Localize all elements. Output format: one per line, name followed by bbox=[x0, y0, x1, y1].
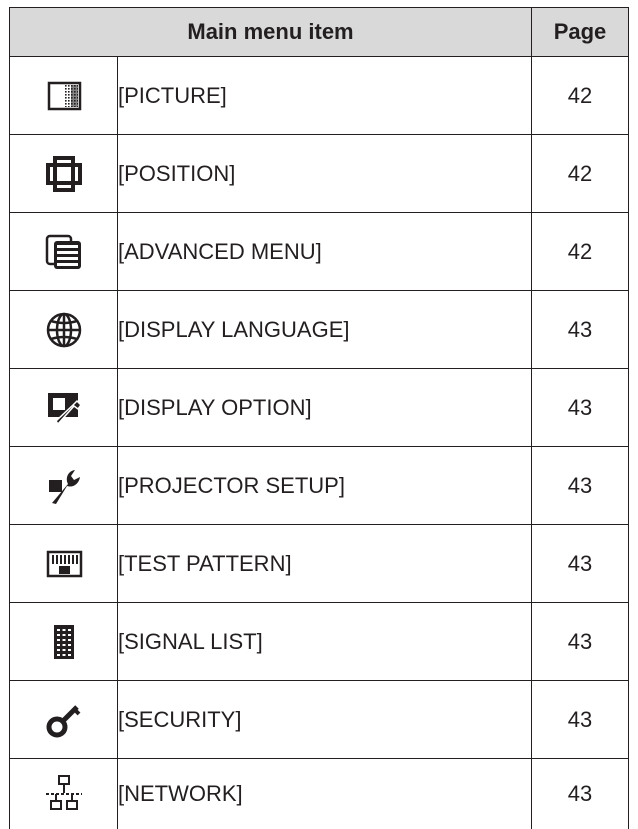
picture-icon bbox=[44, 76, 84, 116]
display-option-icon bbox=[44, 388, 84, 428]
menu-item-label: [DISPLAY LANGUAGE] bbox=[118, 291, 532, 369]
table-row: [SIGNAL LIST] 43 bbox=[10, 603, 629, 681]
menu-item-page: 43 bbox=[532, 447, 629, 525]
menu-item-label: [PROJECTOR SETUP] bbox=[118, 447, 532, 525]
menu-item-label: [SECURITY] bbox=[118, 681, 532, 759]
table-row: [PICTURE] 42 bbox=[10, 57, 629, 135]
test-pattern-icon bbox=[44, 544, 84, 584]
table-row: [TEST PATTERN] 43 bbox=[10, 525, 629, 603]
menu-item-page: 43 bbox=[532, 603, 629, 681]
table-row: [DISPLAY OPTION] 43 bbox=[10, 369, 629, 447]
menu-item-page: 43 bbox=[532, 369, 629, 447]
main-menu-table: Main menu item Page [PICTURE] 42 [POSITI… bbox=[9, 7, 629, 829]
menu-item-label: [PICTURE] bbox=[118, 57, 532, 135]
table-header-row: Main menu item Page bbox=[10, 8, 629, 57]
signal-list-icon bbox=[44, 622, 84, 662]
table-row: [PROJECTOR SETUP] 43 bbox=[10, 447, 629, 525]
table-row: [ADVANCED MENU] 42 bbox=[10, 213, 629, 291]
menu-item-page: 43 bbox=[532, 525, 629, 603]
menu-item-page: 42 bbox=[532, 57, 629, 135]
table-row: [DISPLAY LANGUAGE] 43 bbox=[10, 291, 629, 369]
key-icon bbox=[44, 700, 84, 740]
menu-item-label: [TEST PATTERN] bbox=[118, 525, 532, 603]
menu-item-label: [DISPLAY OPTION] bbox=[118, 369, 532, 447]
position-icon bbox=[44, 154, 84, 194]
table-row: [POSITION] 42 bbox=[10, 135, 629, 213]
advanced-menu-icon bbox=[44, 232, 84, 272]
table-row: [SECURITY] 43 bbox=[10, 681, 629, 759]
menu-item-page: 42 bbox=[532, 135, 629, 213]
menu-item-page: 43 bbox=[532, 681, 629, 759]
menu-item-label: [ADVANCED MENU] bbox=[118, 213, 532, 291]
header-main-menu-item: Main menu item bbox=[10, 8, 532, 57]
menu-item-label: [SIGNAL LIST] bbox=[118, 603, 532, 681]
menu-item-label: [POSITION] bbox=[118, 135, 532, 213]
table-row: [NETWORK] 43 bbox=[10, 759, 629, 829]
globe-icon bbox=[44, 310, 84, 350]
menu-item-page: 42 bbox=[532, 213, 629, 291]
menu-item-label: [NETWORK] bbox=[118, 759, 532, 829]
network-icon bbox=[44, 774, 84, 814]
menu-item-page: 43 bbox=[532, 291, 629, 369]
menu-item-page: 43 bbox=[532, 759, 629, 829]
header-page: Page bbox=[532, 8, 629, 57]
wrench-icon bbox=[44, 466, 84, 506]
